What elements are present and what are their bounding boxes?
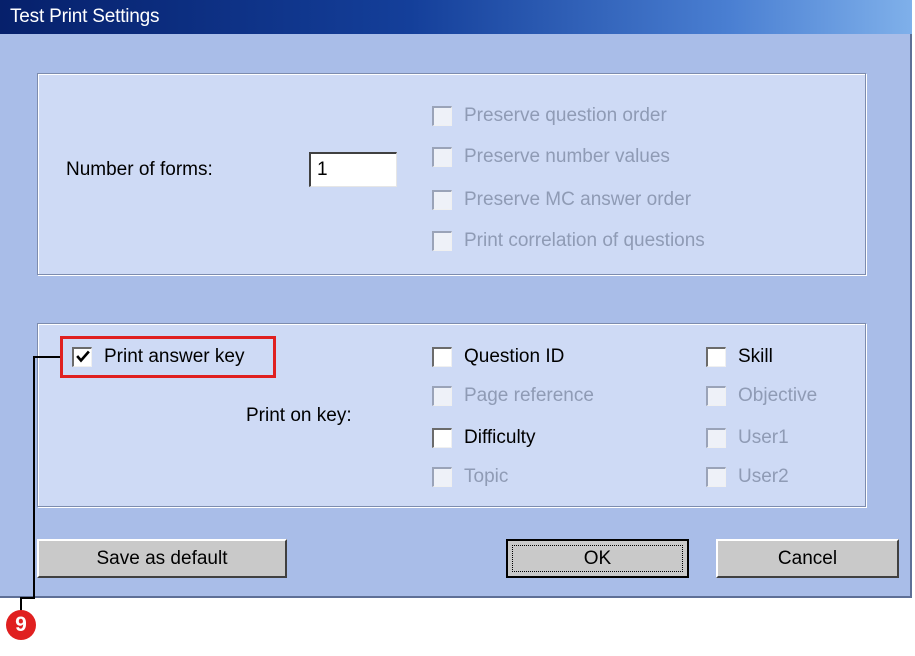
callout-leader-line (20, 356, 60, 612)
page: Test Print Settings Number of forms: Pre… (0, 0, 915, 656)
callout-number-badge: 9 (6, 610, 36, 640)
